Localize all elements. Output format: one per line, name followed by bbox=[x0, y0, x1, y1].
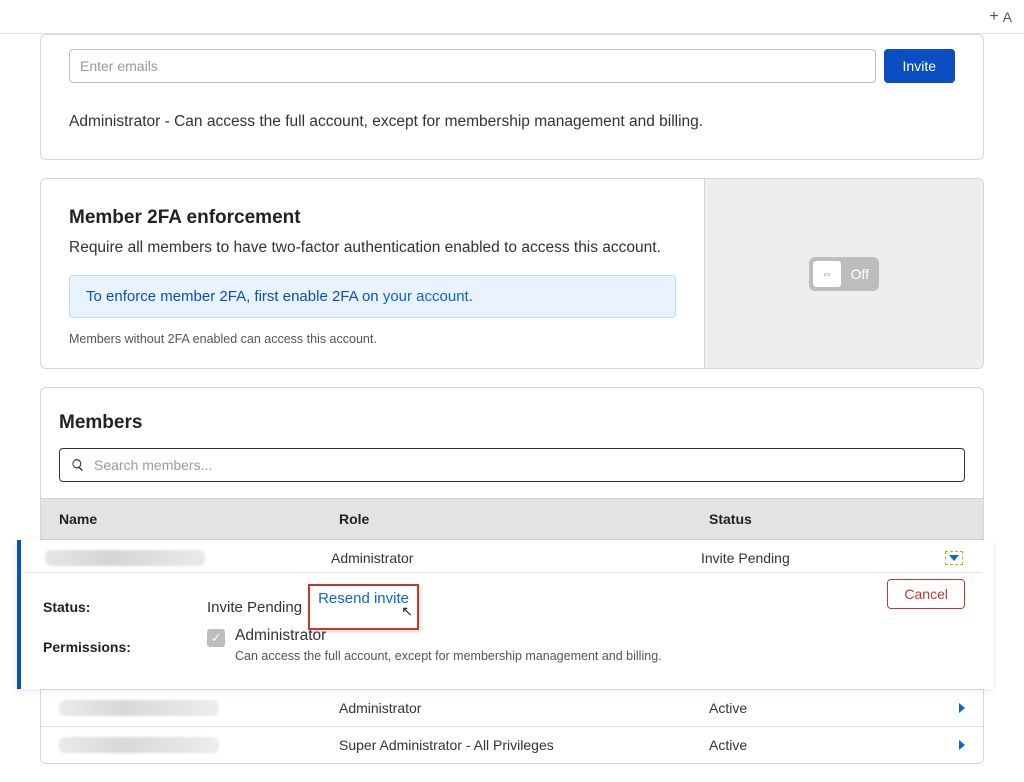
permissions-label: Permissions: bbox=[43, 627, 207, 667]
status-value: Invite Pending bbox=[207, 599, 302, 616]
col-role: Role bbox=[339, 511, 709, 527]
col-status: Status bbox=[709, 511, 965, 527]
chevron-right-icon bbox=[959, 703, 965, 713]
members-card: Members Name Role Status Administrator I… bbox=[40, 387, 984, 764]
member-status: Active bbox=[709, 737, 747, 753]
emails-input[interactable] bbox=[69, 49, 876, 83]
permission-checkbox[interactable]: ✓ bbox=[207, 629, 225, 647]
tfa-sub: Require all members to have two-factor a… bbox=[69, 239, 676, 257]
tfa-heading: Member 2FA enforcement bbox=[69, 207, 676, 229]
col-name: Name bbox=[59, 511, 339, 527]
tfa-note: Members without 2FA enabled can access t… bbox=[69, 332, 676, 346]
member-role: Super Administrator - All Privileges bbox=[339, 737, 709, 753]
member-row[interactable]: Administrator Active bbox=[41, 689, 983, 726]
invite-card: Invite Administrator - Can access the fu… bbox=[40, 34, 984, 160]
chevron-down-icon bbox=[949, 555, 959, 561]
perm-title: Administrator bbox=[235, 627, 662, 645]
your-account-link[interactable]: your account bbox=[383, 288, 469, 305]
members-heading: Members bbox=[59, 412, 965, 434]
tfa-toggle[interactable]: ⇔ Off bbox=[809, 257, 879, 291]
toggle-knob-icon: ⇔ bbox=[812, 260, 842, 288]
member-name-redacted bbox=[59, 700, 219, 716]
member-status: Invite Pending bbox=[701, 550, 790, 566]
resend-highlight: Resend invite ↖ bbox=[308, 584, 419, 629]
members-table-header: Name Role Status bbox=[41, 498, 983, 540]
member-row[interactable]: Super Administrator - All Privileges Act… bbox=[41, 726, 983, 763]
member-status: Active bbox=[709, 700, 747, 716]
member-name-redacted bbox=[45, 550, 205, 566]
resend-invite-link[interactable]: Resend invite bbox=[318, 590, 409, 607]
perm-desc: Can access the full account, except for … bbox=[235, 649, 662, 663]
chevron-right-icon bbox=[959, 740, 965, 750]
member-role: Administrator bbox=[331, 550, 701, 566]
tfa-card: Member 2FA enforcement Require all membe… bbox=[40, 178, 984, 369]
member-name-redacted bbox=[59, 737, 219, 753]
collapse-toggle[interactable] bbox=[945, 551, 963, 565]
cancel-button[interactable]: Cancel bbox=[887, 579, 965, 609]
status-label: Status: bbox=[43, 587, 207, 627]
search-icon bbox=[71, 458, 85, 472]
cursor-icon: ↖ bbox=[401, 607, 413, 615]
top-bar: + A bbox=[0, 0, 1024, 34]
member-role: Administrator bbox=[339, 700, 709, 716]
member-row-expanded: Administrator Invite Pending Status: Per… bbox=[17, 540, 993, 689]
invite-button[interactable]: Invite bbox=[884, 49, 955, 83]
tfa-info-pre: To enforce member 2FA, first enable 2FA … bbox=[86, 288, 383, 305]
tfa-info-post: . bbox=[469, 288, 473, 305]
admin-description: Administrator - Can access the full acco… bbox=[69, 113, 955, 131]
toggle-off-label: Off bbox=[851, 266, 869, 282]
tfa-info-box: To enforce member 2FA, first enable 2FA … bbox=[69, 275, 676, 318]
plus-icon[interactable]: + bbox=[989, 9, 998, 25]
topbar-letter: A bbox=[1003, 9, 1012, 25]
members-search-input[interactable] bbox=[59, 448, 965, 482]
